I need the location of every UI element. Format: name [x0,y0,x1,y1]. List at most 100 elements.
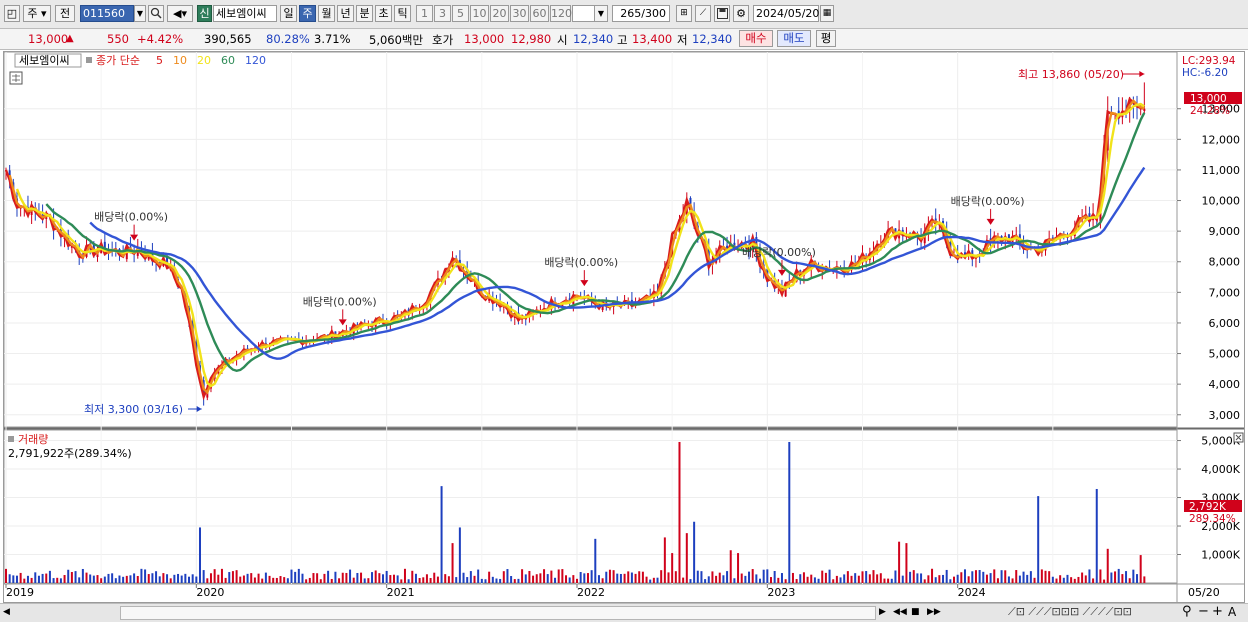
volume-bar [682,577,685,583]
chart-area[interactable]: 3,000 4,000 5,000 6,000 7,000 8,000 9,000 10,00… [3,51,1245,603]
zoom-out-icon[interactable]: − [1198,604,1209,619]
chart-svg[interactable]: 3,000 4,000 5,000 6,000 7,000 8,000 9,000 10,00… [3,51,1244,602]
indicator-icon[interactable]: ⊞ [676,5,692,22]
period-button-6[interactable]: 틱 [394,5,411,22]
volume-bar [1099,569,1102,583]
chart-axes: 3,000 4,000 5,000 6,000 7,000 8,000 9,000 10,00… [1177,103,1241,562]
chart-settings-icon[interactable]: ◰ [4,5,20,22]
volume-bar [1040,569,1043,583]
stock-name-field[interactable]: 세보엠이씨 [213,5,277,22]
volume-bar [41,573,44,583]
volume-bar [1007,576,1010,583]
date-input[interactable]: 2024/05/20 [753,5,819,22]
prev-button[interactable]: 전 [55,5,75,22]
stock-code-input[interactable]: 011560 [80,5,134,22]
minute-button-3[interactable]: 3 [434,5,451,22]
rewind-icon[interactable]: ◀◀ [893,607,907,617]
volume-bar [92,575,95,583]
minute-dropdown-icon[interactable]: ▼ [594,5,608,22]
volume-bar [678,441,681,583]
period-button-5[interactable]: 초 [375,5,392,22]
volume-bar [5,568,7,583]
period-button-1[interactable]: 주 [299,5,316,22]
volume-bar [733,578,736,583]
minute-button-10[interactable]: 10 [470,5,489,22]
volume-bar [557,569,560,583]
volume-bar [433,572,436,583]
period-button-4[interactable]: 분 [356,5,373,22]
stop-icon[interactable]: ■ [911,607,920,617]
period-button-2[interactable]: 월 [318,5,335,22]
volume-bar [1051,576,1054,583]
zoom-in-icon[interactable]: + [1212,604,1223,619]
code-dropdown-icon[interactable]: ▼ [134,5,146,22]
volume-bar [502,571,505,583]
price-tick-label: 12,000 [1202,133,1241,146]
volume-bar [689,579,692,583]
minute-button-60[interactable]: 60 [530,5,549,22]
calendar-icon[interactable]: ▦ [820,5,834,22]
chart-scrollbar[interactable]: ◀ ▶ ◀◀ ■ ▶▶ ⟋⊡ ⟋⟋⟋⊡⊡⊡ ⟋⟋⟋⟋⊡⊡ ⚲ − + A [0,603,1248,622]
volume-bar [938,575,941,583]
volume-bar [821,570,824,583]
volume-bar [1048,571,1051,583]
volume-bar [231,571,234,583]
forward-icon[interactable]: ▶▶ [927,607,941,617]
volume-bar [1015,570,1018,583]
volume-bar [52,578,55,583]
volume-bar [905,543,908,583]
period-button-3[interactable]: 년 [337,5,354,22]
scroll-left-icon[interactable]: ◀ [3,607,13,619]
average-button[interactable]: 평 [816,30,836,47]
minute-button-5[interactable]: 5 [452,5,469,22]
volume-bar [363,578,366,583]
scroll-thumb[interactable] [120,606,876,620]
buy-button[interactable]: 매수 [739,30,773,47]
volume-bar [334,571,337,583]
save-icon[interactable] [714,5,730,22]
volume-bar [414,573,417,583]
minute-button-120[interactable]: 120 [550,5,572,22]
volume-bar [129,575,132,583]
minute-button-20[interactable]: 20 [490,5,509,22]
price-change-pct: +4.42% [137,32,184,46]
search-icon[interactable] [148,5,164,22]
scroll-right-icon[interactable]: ▶ [879,607,886,617]
market-selector[interactable]: 주 ▾ [23,5,51,22]
search-zoom-icon[interactable]: ⚲ [1182,604,1192,619]
volume-bar [554,577,557,583]
volume-bar [213,569,216,583]
volume-bar [89,574,92,583]
volume-bar [1055,578,1058,583]
volume-bar [539,573,542,583]
volume-bar [850,575,853,583]
volume-bar [700,571,703,583]
minute-button-1[interactable]: 1 [416,5,433,22]
auto-scale-icon[interactable]: A [1228,605,1236,619]
ask-price: 13,000 [464,32,505,46]
volume-bar [85,572,88,583]
sell-button[interactable]: 매도 [777,30,811,47]
volume-bar [144,569,147,583]
volume-bar [894,570,897,583]
volume-bar [883,578,886,583]
period-button-0[interactable]: 일 [280,5,297,22]
volume-bar [396,575,399,583]
speaker-icon[interactable]: ◀▾ [167,5,193,22]
count-field[interactable]: 265/300 [612,5,670,22]
volume-bar [612,570,615,583]
zoom-tools-icon[interactable]: ⟋⊡ ⟋⟋⟋⊡⊡⊡ ⟋⟋⟋⟋⊡⊡ [1008,605,1132,619]
low-label: 저 [677,33,688,47]
gear-icon[interactable]: ⚙ [733,5,749,22]
volume-bar [484,579,487,583]
volume-bar [737,553,740,583]
minute-button-30[interactable]: 30 [510,5,529,22]
volume-bar [30,577,33,583]
volume-bar [133,573,136,583]
volume-bar [155,571,158,583]
volume-bar [693,521,696,583]
volume-bar [985,574,988,583]
dividend-label-0: 배당락(0.00%) [94,211,168,224]
volume-bar [623,573,626,583]
draw-tool-icon[interactable]: ⟋ [695,5,711,22]
